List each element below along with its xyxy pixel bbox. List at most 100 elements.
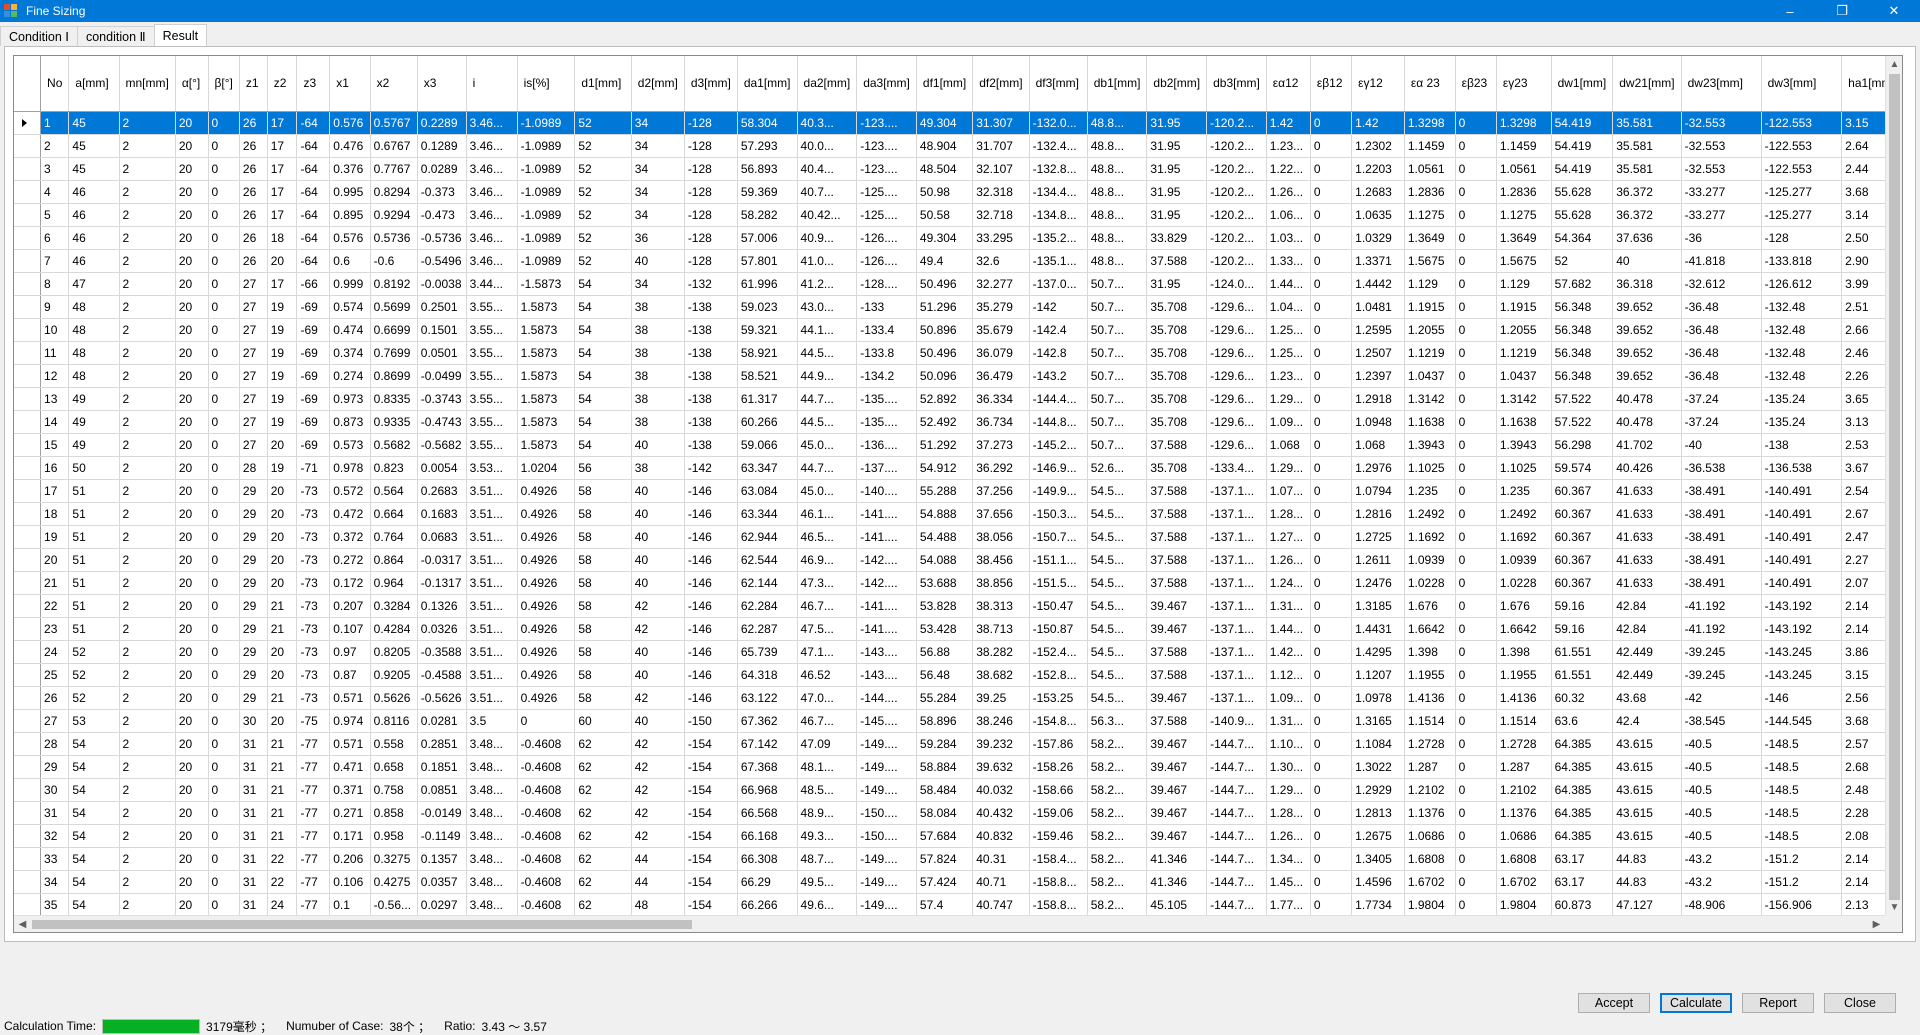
table-cell[interactable]: 52.6... [1087,456,1148,480]
table-cell[interactable]: -73 [296,479,331,503]
table-cell[interactable]: 0.8192 [370,272,418,296]
table-cell[interactable]: 1.3649 [1496,226,1552,250]
table-cell[interactable]: 54 [68,847,120,871]
table-cell[interactable]: 1.24... [1266,571,1311,595]
table-cell[interactable]: -154 [684,824,738,848]
table-cell[interactable]: -150.47 [1029,594,1088,618]
table-cell[interactable]: 67.368 [737,755,798,779]
table-cell[interactable]: -1.0989 [517,111,576,135]
table-cell[interactable]: 42 [631,824,685,848]
table-row[interactable]: 28 54 2 20 0 31 21 -77 0.571 0.558 0.2851 3.48... -0… [14,732,1902,756]
table-cell[interactable]: 1.2302 [1351,134,1405,158]
table-cell[interactable]: -137.... [856,456,917,480]
table-cell[interactable]: -36.48 [1681,341,1762,365]
table-cell[interactable]: 33.829 [1146,226,1208,250]
table-cell[interactable]: 1.398 [1404,640,1456,664]
row-header[interactable] [14,111,42,135]
table-cell[interactable]: 1.2918 [1351,387,1405,411]
table-cell[interactable]: 0 [1310,663,1353,687]
table-cell[interactable]: 38 [631,341,685,365]
close-window-button[interactable]: ✕ [1868,0,1920,22]
table-cell[interactable]: 0 [1310,433,1353,457]
table-cell[interactable]: 50.7... [1087,433,1148,457]
table-cell[interactable]: 61.551 [1551,640,1614,664]
table-cell[interactable]: -133.4 [856,318,917,342]
table-cell[interactable]: 1.6808 [1496,847,1552,871]
table-cell[interactable]: 0.0297 [417,893,467,917]
table-cell[interactable]: 1.2836 [1404,180,1456,204]
table-cell[interactable]: 40.426 [1612,456,1682,480]
table-cell[interactable]: 1.5675 [1496,249,1552,273]
table-cell[interactable]: -159.46 [1029,824,1088,848]
table-cell[interactable]: 20 [175,456,209,480]
table-cell[interactable]: -43.2 [1681,847,1762,871]
table-cell[interactable]: -0.4588 [417,663,467,687]
table-cell[interactable]: 54.912 [916,456,974,480]
table-cell[interactable]: -149.... [856,778,917,802]
table-cell[interactable]: 20 [267,249,298,273]
table-cell[interactable]: 1.1025 [1404,456,1456,480]
table-cell[interactable]: 39.652 [1612,341,1682,365]
table-cell[interactable]: 20 [175,364,209,388]
table-cell[interactable]: 41.346 [1146,870,1208,894]
table-cell[interactable]: -126.... [856,226,917,250]
table-cell[interactable]: 54 [574,341,632,365]
table-cell[interactable]: 38.246 [972,709,1030,733]
table-cell[interactable]: -69 [296,364,331,388]
table-cell[interactable]: 0.107 [329,617,371,641]
table-cell[interactable]: 12 [40,364,70,388]
table-cell[interactable]: 63.17 [1551,847,1614,871]
table-cell[interactable]: -144.4... [1029,387,1088,411]
column-header[interactable]: a[mm] [68,56,120,112]
table-cell[interactable]: 0 [517,709,576,733]
table-cell[interactable]: 0 [1310,502,1353,526]
table-cell[interactable]: 32.277 [972,272,1030,296]
table-cell[interactable]: 49.5... [797,870,858,894]
table-cell[interactable]: 43.615 [1612,755,1682,779]
table-cell[interactable]: 35.708 [1146,364,1208,388]
table-cell[interactable]: 17 [267,203,298,227]
row-header[interactable] [14,663,42,687]
table-cell[interactable]: 0.4926 [517,640,576,664]
table-cell[interactable]: 56.348 [1551,341,1614,365]
table-cell[interactable]: 1.068 [1266,433,1311,457]
table-cell[interactable]: 40.747 [972,893,1030,917]
table-cell[interactable]: -148.5 [1761,824,1843,848]
table-cell[interactable]: 2 [119,548,176,572]
table-cell[interactable]: 0.4926 [517,686,576,710]
table-cell[interactable]: -132.48 [1761,364,1843,388]
table-cell[interactable]: 30 [239,709,268,733]
table-cell[interactable]: 1.1915 [1404,295,1456,319]
table-row[interactable]: 32 54 2 20 0 31 21 -77 0.171 0.958 -0.1149 3.48... -… [14,824,1902,848]
table-cell[interactable]: 0 [208,824,240,848]
table-row[interactable]: 7 46 2 20 0 26 20 -64 0.6 -0.6 -0.5496 3.46... -1.09… [14,249,1902,273]
table-cell[interactable]: 62.287 [737,617,798,641]
table-cell[interactable]: 0 [1310,617,1353,641]
table-cell[interactable]: -150.87 [1029,617,1088,641]
table-cell[interactable]: 1.1219 [1496,341,1552,365]
table-cell[interactable]: 57.682 [1551,272,1614,296]
table-cell[interactable]: -145.... [856,709,917,733]
table-cell[interactable]: 39.467 [1146,801,1208,825]
table-cell[interactable]: 0.4926 [517,525,576,549]
table-cell[interactable]: 20 [175,226,209,250]
table-cell[interactable]: 1.2813 [1351,801,1405,825]
table-cell[interactable]: 49.6... [797,893,858,917]
table-cell[interactable]: 50.096 [916,364,974,388]
table-cell[interactable]: 0 [1455,134,1497,158]
table-cell[interactable]: 35.581 [1612,157,1682,181]
table-cell[interactable]: -140.9... [1206,709,1267,733]
row-header[interactable] [14,755,42,779]
table-cell[interactable]: 38.713 [972,617,1030,641]
table-cell[interactable]: 20 [267,663,298,687]
table-cell[interactable]: 0 [1455,226,1497,250]
table-cell[interactable]: 0 [1455,548,1497,572]
table-row[interactable]: 13 49 2 20 0 27 19 -69 0.973 0.8335 -0.3743 3.55...… [14,387,1902,411]
table-cell[interactable]: 42.449 [1612,640,1682,664]
table-cell[interactable]: 26 [239,203,268,227]
table-cell[interactable]: 0 [1310,226,1353,250]
table-cell[interactable]: 52 [574,111,632,135]
tab-condition-2[interactable]: condition Ⅱ [76,26,155,46]
table-cell[interactable]: 0.0289 [417,157,467,181]
table-cell[interactable]: -125.... [856,203,917,227]
